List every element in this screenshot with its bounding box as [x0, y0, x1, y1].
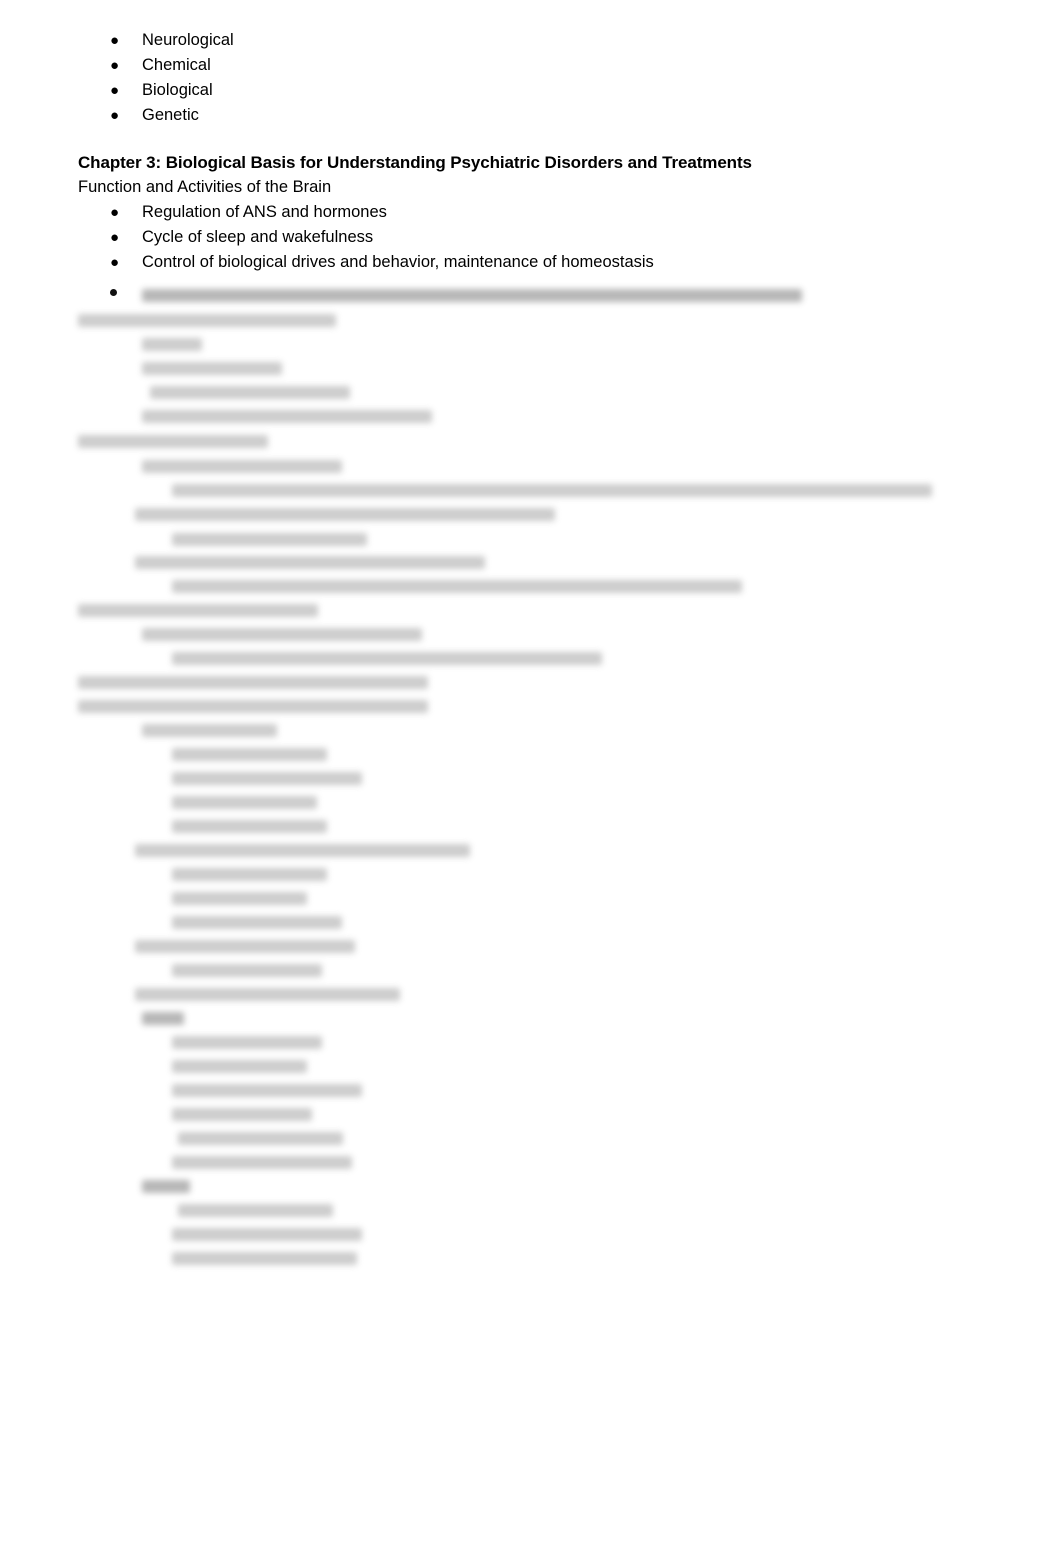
bullet-icon: ●	[110, 254, 120, 271]
blurred-text-line	[172, 964, 322, 977]
blurred-text-line	[172, 1108, 312, 1121]
blurred-text-line	[172, 748, 327, 761]
blurred-text-line	[135, 988, 400, 1001]
blurred-text-line	[135, 844, 470, 857]
blurred-text-line	[172, 652, 602, 665]
list-item-label: Regulation of ANS and hormones	[142, 203, 387, 221]
blurred-text-line	[172, 796, 317, 809]
bullet-icon: ●	[110, 82, 120, 99]
blurred-text-line	[142, 1180, 190, 1193]
blurred-text-line	[142, 1012, 184, 1025]
bullet-icon: ●	[110, 32, 120, 49]
blurred-text-line	[178, 1204, 333, 1217]
bullet-icon: ●	[110, 229, 120, 246]
section-subtitle: Function and Activities of the Brain	[78, 178, 332, 196]
list-item-label: Chemical	[142, 56, 211, 74]
blurred-text-line	[172, 916, 342, 929]
blurred-text-line	[178, 1132, 343, 1145]
blurred-text-line	[172, 580, 742, 593]
list-item: ● Genetic	[78, 103, 978, 128]
bullet-icon: ●	[110, 107, 120, 124]
blurred-text-line	[172, 868, 327, 881]
list-item: ● Chemical	[78, 53, 978, 78]
blurred-text-line	[172, 1252, 357, 1265]
bullet-icon: ●	[110, 57, 120, 74]
blurred-text-line	[172, 533, 367, 546]
blurred-text-line	[172, 1060, 307, 1073]
list-item-label: Neurological	[142, 31, 234, 49]
blurred-text-line	[78, 676, 428, 689]
blurred-text-line	[172, 1036, 322, 1049]
blurred-outline-content	[0, 283, 1062, 1268]
section-bullet-list: ● Regulation of ANS and hormones ● Cycle…	[78, 200, 978, 275]
top-bullet-list: ● Neurological ● Chemical ● Biological ●…	[78, 28, 978, 128]
list-item-label: Genetic	[142, 106, 199, 124]
blurred-text-line	[135, 940, 355, 953]
bullet-icon: ●	[110, 204, 120, 221]
blurred-text-line	[142, 460, 342, 473]
blurred-text-line	[135, 556, 485, 569]
blurred-text-line	[78, 604, 318, 617]
blurred-text-line	[172, 892, 307, 905]
blurred-text-line	[142, 362, 282, 375]
blurred-text-line	[78, 314, 336, 327]
list-item: ● Cycle of sleep and wakefulness	[78, 225, 978, 250]
blurred-text-line	[150, 386, 350, 399]
blurred-text-line	[78, 700, 428, 713]
list-item-label: Control of biological drives and behavio…	[142, 253, 654, 271]
page-title: Chapter 3: Biological Basis for Understa…	[78, 153, 752, 172]
document-body: ● Neurological ● Chemical ● Biological ●…	[78, 28, 978, 275]
list-item: ● Neurological	[78, 28, 978, 53]
blurred-text-line	[172, 1084, 362, 1097]
blurred-text-line	[172, 1228, 362, 1241]
list-item: ● Control of biological drives and behav…	[78, 250, 978, 275]
document-page: ● Neurological ● Chemical ● Biological ●…	[0, 0, 1062, 1556]
blurred-text-line	[142, 410, 432, 423]
blurred-text-line	[135, 508, 555, 521]
blurred-text-line	[142, 724, 277, 737]
list-item-label: Biological	[142, 81, 213, 99]
list-item: ● Biological	[78, 78, 978, 103]
blurred-text-line	[172, 820, 327, 833]
blurred-text-line	[142, 289, 802, 302]
blurred-text-line	[78, 435, 268, 448]
blurred-text-line	[142, 338, 202, 351]
list-item-label: Cycle of sleep and wakefulness	[142, 228, 374, 246]
blurred-text-line	[142, 628, 422, 641]
blurred-text-line	[172, 484, 932, 497]
blurred-text-line	[172, 1156, 352, 1169]
list-item: ● Regulation of ANS and hormones	[78, 200, 978, 225]
blurred-text-line	[172, 772, 362, 785]
